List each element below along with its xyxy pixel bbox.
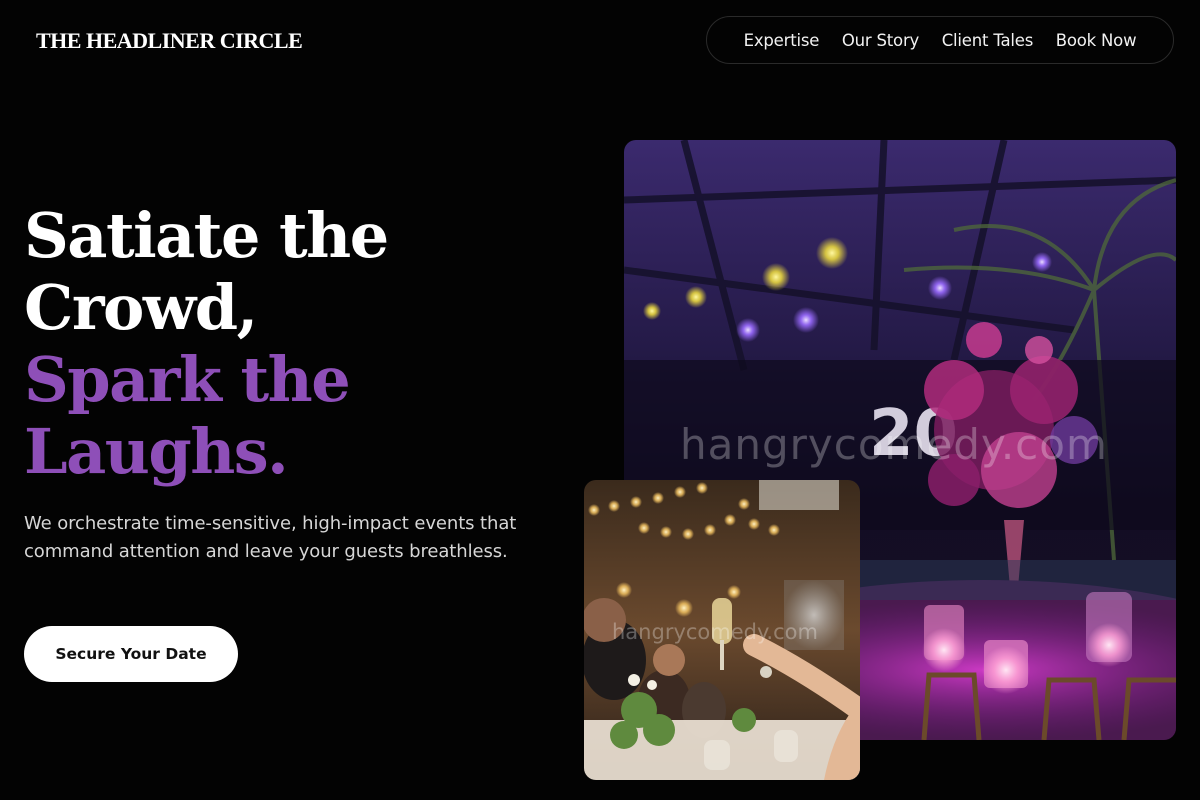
secure-date-button[interactable]: Secure Your Date <box>24 626 238 682</box>
brand-logo[interactable]: THE HEADLINER CIRCLE <box>36 28 303 54</box>
nav-item-book-now[interactable]: Book Now <box>1056 31 1137 50</box>
reception-photo <box>584 480 860 780</box>
main-nav: Expertise Our Story Client Tales Book No… <box>706 16 1174 64</box>
hero-subtext: We orchestrate time-sensitive, high-impa… <box>24 513 517 562</box>
headline-line-2: Crowd, <box>24 271 258 344</box>
nav-item-our-story[interactable]: Our Story <box>842 31 919 50</box>
headline-line-3: Spark the <box>24 343 351 416</box>
headline-line-4: Laughs. <box>24 415 289 488</box>
nav-item-expertise[interactable]: Expertise <box>744 31 820 50</box>
headline-line-1: Satiate the <box>24 199 389 272</box>
nav-item-client-tales[interactable]: Client Tales <box>942 31 1034 50</box>
hero-headline: Satiate the Crowd, Spark the Laughs. <box>24 200 584 488</box>
